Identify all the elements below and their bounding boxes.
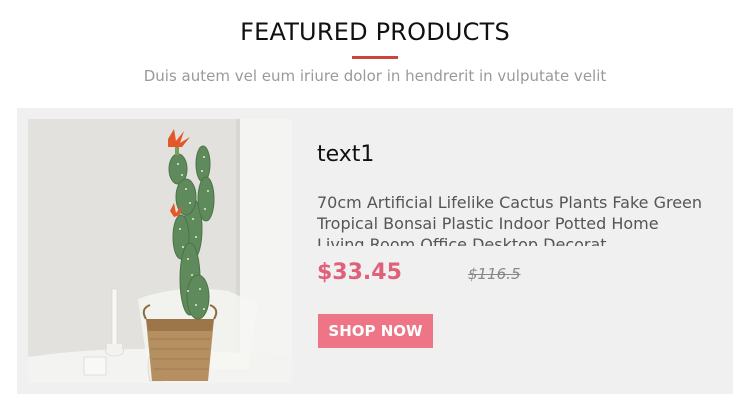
shop-now-button[interactable]: SHOP NOW xyxy=(318,314,433,348)
cactus-plant-photo xyxy=(28,119,292,383)
section-header: FEATURED PRODUCTS Duis autem vel eum iri… xyxy=(0,0,750,100)
product-image[interactable] xyxy=(28,119,292,383)
section-title: FEATURED PRODUCTS xyxy=(240,18,510,46)
product-price: $33.45 xyxy=(317,260,402,285)
product-old-price: $116.5 xyxy=(468,265,521,283)
title-underline xyxy=(352,56,398,59)
section-subtitle: Duis autem vel eum iriure dolor in hendr… xyxy=(143,67,607,85)
product-card: text1 70cm Artificial Lifelike Cactus Pl… xyxy=(17,108,733,394)
product-description: 70cm Artificial Lifelike Cactus Plants F… xyxy=(317,193,703,246)
product-name[interactable]: text1 xyxy=(317,142,374,167)
product-info: text1 70cm Artificial Lifelike Cactus Pl… xyxy=(317,108,717,394)
